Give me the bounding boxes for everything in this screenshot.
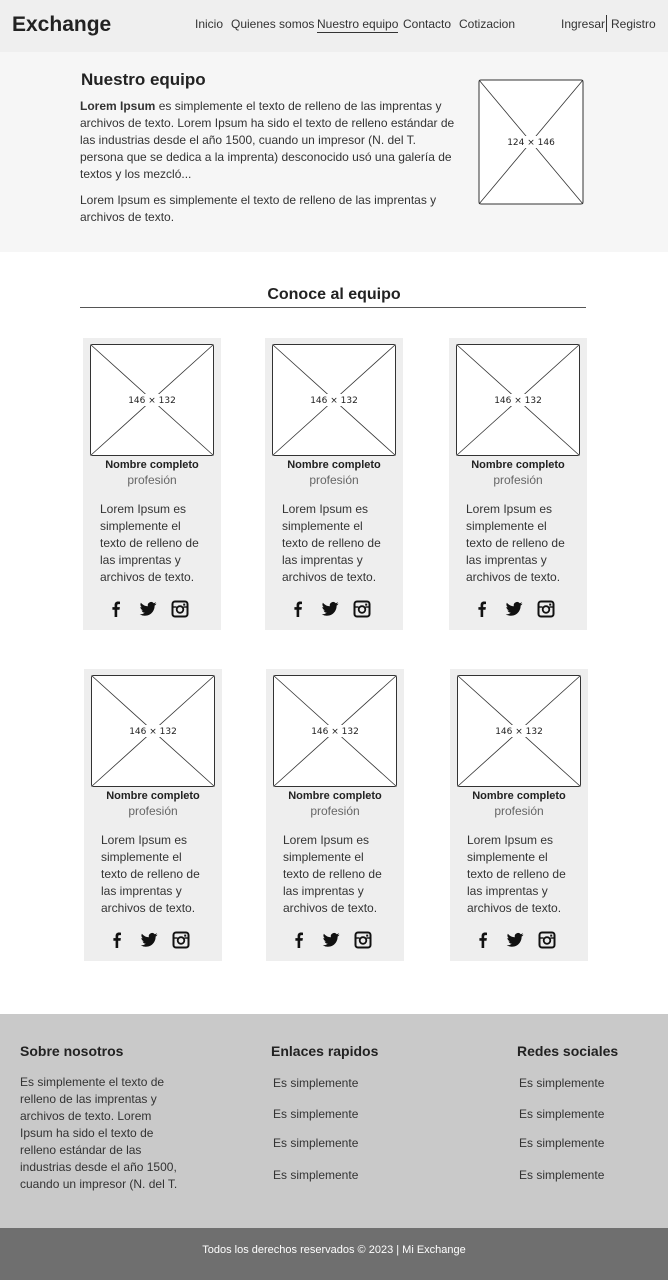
copyright-text: Todos los derechos reservados © 2023 | M… — [202, 1244, 466, 1256]
team-card: 146 × 132 Nombre completo profesión Lore… — [450, 669, 588, 961]
member-photo-placeholder: 146 × 132 — [456, 344, 580, 456]
photo-size-label: 146 × 132 — [128, 396, 176, 406]
member-name: Nombre completo — [287, 459, 381, 471]
member-photo-placeholder: 146 × 132 — [91, 675, 215, 787]
footer-about-title: Sobre nosotros — [20, 1043, 124, 1059]
twitter-icon[interactable] — [504, 599, 524, 619]
footer-social-link[interactable]: Es simplemente — [519, 1136, 604, 1150]
member-description: Lorem Ipsum es simplemente el texto de r… — [100, 502, 199, 584]
member-description: Lorem Ipsum es simplemente el texto de r… — [467, 833, 566, 915]
footer-social-link[interactable]: Es simplemente — [519, 1076, 604, 1090]
facebook-icon[interactable] — [289, 930, 309, 950]
nav-item-quienes-somos[interactable]: Quienes somos — [231, 17, 314, 31]
twitter-icon[interactable] — [139, 930, 159, 950]
member-photo-placeholder: 146 × 132 — [273, 675, 397, 787]
intro-image-size-label: 124 × 146 — [507, 138, 555, 148]
site-header: Exchange Inicio Quienes somos Nuestro eq… — [0, 0, 668, 52]
nav-item-contacto[interactable]: Contacto — [403, 17, 451, 31]
instagram-icon[interactable] — [170, 599, 190, 619]
team-card: 146 × 132 Nombre completo profesión Lore… — [83, 338, 221, 630]
instagram-icon[interactable] — [353, 930, 373, 950]
photo-size-label: 146 × 132 — [311, 727, 359, 737]
member-description: Lorem Ipsum es simplemente el texto de r… — [101, 833, 200, 915]
intro-paragraph: Lorem Ipsum es simplemente el texto de r… — [80, 98, 460, 183]
team-heading-rule — [80, 307, 586, 308]
photo-size-label: 146 × 132 — [129, 727, 177, 737]
team-heading: Conoce al equipo — [267, 286, 401, 303]
instagram-icon[interactable] — [352, 599, 372, 619]
intro-image-placeholder: 124 × 146 — [478, 79, 584, 205]
page-title: Nuestro equipo — [81, 70, 206, 89]
footer-quick-link[interactable]: Es simplemente — [273, 1168, 358, 1182]
instagram-icon[interactable] — [536, 599, 556, 619]
twitter-icon[interactable] — [320, 599, 340, 619]
footer-quick-link[interactable]: Es simplemente — [273, 1107, 358, 1121]
twitter-icon[interactable] — [321, 930, 341, 950]
member-name: Nombre completo — [106, 790, 200, 802]
photo-size-label: 146 × 132 — [310, 396, 358, 406]
nav-item-inicio[interactable]: Inicio — [195, 17, 223, 31]
twitter-icon[interactable] — [505, 930, 525, 950]
member-profession: profesión — [128, 804, 178, 818]
member-social-links — [84, 930, 222, 950]
member-description: Lorem Ipsum es simplemente el texto de r… — [282, 502, 381, 584]
member-social-links — [266, 930, 404, 950]
member-profession: profesión — [309, 473, 359, 487]
member-name: Nombre completo — [472, 790, 566, 802]
facebook-icon[interactable] — [472, 599, 492, 619]
instagram-icon[interactable] — [171, 930, 191, 950]
photo-size-label: 146 × 132 — [495, 727, 543, 737]
member-social-links — [265, 599, 403, 619]
member-social-links — [449, 599, 587, 619]
member-social-links — [83, 599, 221, 619]
twitter-icon[interactable] — [138, 599, 158, 619]
footer-quick-link[interactable]: Es simplemente — [273, 1136, 358, 1150]
member-photo-placeholder: 146 × 132 — [272, 344, 396, 456]
member-profession: profesión — [310, 804, 360, 818]
copyright-bar: Todos los derechos reservados © 2023 | M… — [0, 1228, 668, 1280]
footer-about-text: Es simplemente el texto de relleno de la… — [20, 1075, 178, 1191]
instagram-icon[interactable] — [537, 930, 557, 950]
member-description: Lorem Ipsum es simplemente el texto de r… — [283, 833, 382, 915]
footer-quick-link[interactable]: Es simplemente — [273, 1076, 358, 1090]
team-card: 146 × 132 Nombre completo profesión Lore… — [449, 338, 587, 630]
member-profession: profesión — [494, 804, 544, 818]
member-name: Nombre completo — [471, 459, 565, 471]
team-card: 146 × 132 Nombre completo profesión Lore… — [265, 338, 403, 630]
photo-size-label: 146 × 132 — [494, 396, 542, 406]
facebook-icon[interactable] — [473, 930, 493, 950]
member-name: Nombre completo — [288, 790, 382, 802]
facebook-icon[interactable] — [288, 599, 308, 619]
member-photo-placeholder: 146 × 132 — [90, 344, 214, 456]
team-card: 146 × 132 Nombre completo profesión Lore… — [266, 669, 404, 961]
intro-paragraph-2: Lorem Ipsum es simplemente el texto de r… — [80, 193, 437, 224]
intro-section: Nuestro equipo Lorem Ipsum es simplement… — [0, 52, 668, 252]
member-name: Nombre completo — [105, 459, 199, 471]
register-link[interactable]: Registro — [611, 17, 656, 31]
member-profession: profesión — [127, 473, 177, 487]
member-description: Lorem Ipsum es simplemente el texto de r… — [466, 502, 565, 584]
site-footer: Sobre nosotros Es simplemente el texto d… — [0, 1014, 668, 1228]
facebook-icon[interactable] — [107, 930, 127, 950]
nav-item-nuestro-equipo[interactable]: Nuestro equipo — [317, 17, 399, 33]
footer-links-title: Enlaces rapidos — [271, 1043, 379, 1059]
footer-social-link[interactable]: Es simplemente — [519, 1168, 604, 1182]
footer-social-title: Redes sociales — [517, 1043, 619, 1059]
login-link[interactable]: Ingresar — [561, 17, 605, 31]
auth-divider — [606, 15, 607, 32]
facebook-icon[interactable] — [106, 599, 126, 619]
footer-social-link[interactable]: Es simplemente — [519, 1107, 604, 1121]
team-card: 146 × 132 Nombre completo profesión Lore… — [84, 669, 222, 961]
member-profession: profesión — [493, 473, 543, 487]
intro-bold-text: Lorem Ipsum — [80, 99, 156, 113]
member-photo-placeholder: 146 × 132 — [457, 675, 581, 787]
member-social-links — [450, 930, 588, 950]
nav-item-cotizacion[interactable]: Cotizacion — [459, 17, 515, 31]
